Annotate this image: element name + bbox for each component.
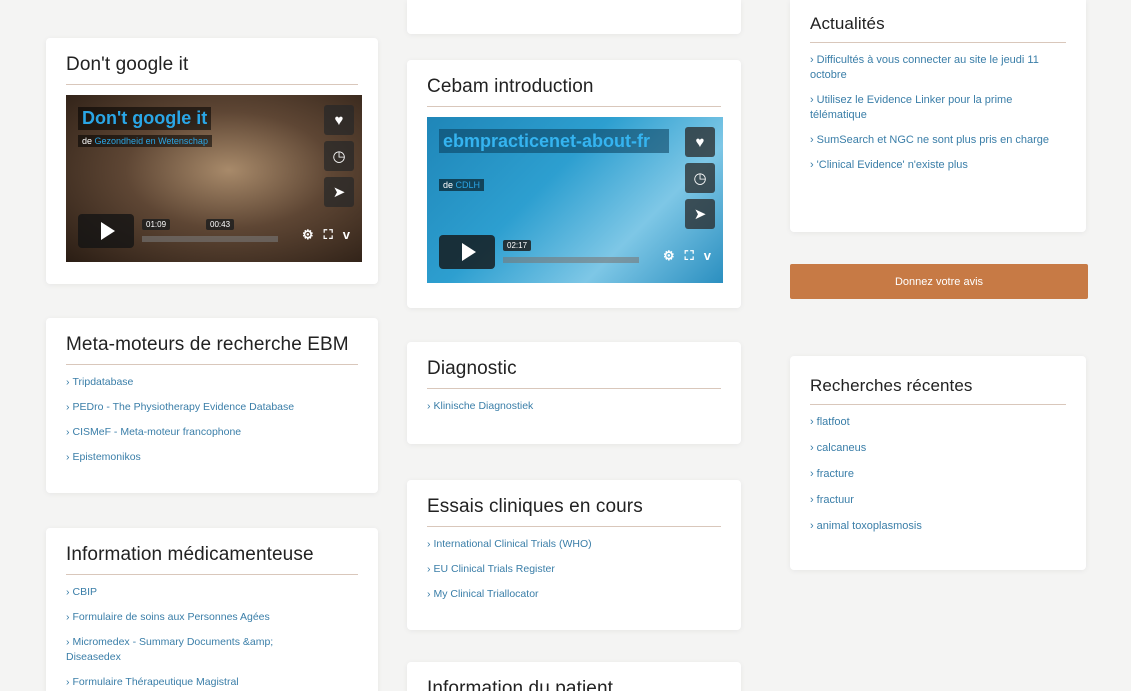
- essais-list: › International Clinical Trials (WHO) › EU…: [427, 537, 721, 602]
- list-item[interactable]: › CBIP: [66, 585, 358, 600]
- dont-google-title: Don't google it: [66, 54, 358, 85]
- list-item[interactable]: › Klinische Diagnostiek: [427, 399, 721, 414]
- list-item[interactable]: › animal toxoplasmosis: [810, 519, 1066, 534]
- video-author-link[interactable]: CDLH: [456, 180, 481, 190]
- list-item[interactable]: › Formulaire Thérapeutique Magistral: [66, 675, 358, 690]
- cebam-video[interactable]: ebmpracticenet-about-fr de CDLH ♥ ◷ ➤ 02…: [427, 117, 723, 283]
- diagnostic-list: › Klinische Diagnostiek: [427, 399, 721, 414]
- essais-title: Essais cliniques en cours: [427, 496, 721, 527]
- meta-moteurs-card: Meta-moteurs de recherche EBM › Tripdatab…: [46, 318, 378, 493]
- info-medicamenteuse-title: Information médicamenteuse: [66, 544, 358, 575]
- list-item[interactable]: › CISMeF - Meta-moteur francophone: [66, 425, 358, 440]
- list-item[interactable]: › Utilisez le Evidence Linker pour la pri…: [810, 93, 1066, 123]
- fullscreen-icon[interactable]: ⛶: [685, 248, 694, 264]
- dont-google-card: Don't google it Don't google it de Gezon…: [46, 38, 378, 284]
- dont-google-video[interactable]: Don't google it de Gezondheid en Wetensc…: [66, 95, 362, 262]
- list-item[interactable]: › PEDro - The Physiotherapy Evidence Data…: [66, 400, 358, 415]
- list-item[interactable]: › Difficultés à vous connecter au site le…: [810, 53, 1066, 83]
- list-item[interactable]: › International Clinical Trials (WHO): [427, 537, 721, 552]
- info-patient-card: Information du patient: [407, 662, 741, 691]
- settings-gear-icon[interactable]: ⚙: [302, 227, 314, 243]
- essais-card: Essais cliniques en cours › International…: [407, 480, 741, 630]
- info-patient-title: Information du patient: [427, 678, 721, 691]
- diagnostic-title: Diagnostic: [427, 358, 721, 389]
- video-controls: ⚙ ⛶ v: [663, 248, 711, 264]
- play-button[interactable]: [439, 235, 495, 269]
- meta-moteurs-title: Meta-moteurs de recherche EBM: [66, 334, 358, 365]
- video-time-elapsed: 02:17: [503, 240, 532, 251]
- like-heart-icon[interactable]: ♥: [324, 105, 354, 135]
- recherches-list: › flatfoot › calcaneus › fracture › fractuur…: [810, 415, 1066, 534]
- recherches-title: Recherches récentes: [810, 376, 1066, 405]
- list-item[interactable]: › fractuur: [810, 493, 1066, 508]
- cebam-card: Cebam introduction ebmpracticenet-about-…: [407, 60, 741, 308]
- list-item[interactable]: › Formulaire de soins aux Personnes Agées: [66, 610, 358, 625]
- video-progress-bar[interactable]: [142, 236, 278, 242]
- play-button[interactable]: [78, 214, 134, 248]
- video-side-buttons: ♥ ◷ ➤: [685, 127, 715, 229]
- list-item[interactable]: › Epistemonikos: [66, 450, 358, 465]
- like-heart-icon[interactable]: ♥: [685, 127, 715, 157]
- video-title[interactable]: ebmpracticenet-about-fr: [439, 129, 669, 153]
- list-item[interactable]: › Tripdatabase: [66, 375, 358, 390]
- actualites-list: › Difficultés à vous connecter au site le…: [810, 53, 1066, 173]
- video-controls: ⚙ ⛶ v: [302, 227, 350, 243]
- share-send-icon[interactable]: ➤: [685, 199, 715, 229]
- video-time-hover: 00:43: [206, 219, 235, 230]
- meta-moteurs-list: › Tripdatabase › PEDro - The Physiotherapy…: [66, 375, 358, 465]
- video-by-prefix: de: [82, 136, 93, 146]
- info-medicamenteuse-card: Information médicamenteuse › CBIP › Formul…: [46, 528, 378, 691]
- video-side-buttons: ♥ ◷ ➤: [324, 105, 354, 207]
- top-partial-card: [407, 0, 741, 34]
- vimeo-icon[interactable]: v: [704, 248, 711, 264]
- share-send-icon[interactable]: ➤: [324, 177, 354, 207]
- video-title[interactable]: Don't google it: [78, 107, 212, 130]
- info-medicamenteuse-list: › CBIP › Formulaire de soins aux Personnes…: [66, 585, 358, 690]
- list-item[interactable]: › My Clinical Triallocator: [427, 587, 721, 602]
- list-item[interactable]: › Micromedex - Summary Documents &amp; Di…: [66, 635, 326, 665]
- fullscreen-icon[interactable]: ⛶: [324, 227, 333, 243]
- feedback-button[interactable]: Donnez votre avis: [790, 264, 1088, 299]
- video-time-elapsed: 01:09: [142, 219, 171, 230]
- video-byline: de CDLH: [439, 179, 485, 191]
- diagnostic-card: Diagnostic › Klinische Diagnostiek: [407, 342, 741, 444]
- video-byline: de Gezondheid en Wetenschap: [78, 135, 212, 147]
- watch-later-clock-icon[interactable]: ◷: [685, 163, 715, 193]
- list-item[interactable]: › flatfoot: [810, 415, 1066, 430]
- actualites-title: Actualités: [810, 14, 1066, 43]
- list-item[interactable]: › SumSearch et NGC ne sont plus pris en c…: [810, 133, 1066, 148]
- video-progress-bar[interactable]: [503, 257, 639, 263]
- video-author-link[interactable]: Gezondheid en Wetenschap: [95, 136, 208, 146]
- list-item[interactable]: › 'Clinical Evidence' n'existe plus: [810, 158, 1066, 173]
- video-by-prefix: de: [443, 180, 454, 190]
- cebam-title: Cebam introduction: [427, 76, 721, 107]
- list-item[interactable]: › EU Clinical Trials Register: [427, 562, 721, 577]
- watch-later-clock-icon[interactable]: ◷: [324, 141, 354, 171]
- recherches-card: Recherches récentes › flatfoot › calcaneus…: [790, 356, 1086, 570]
- actualites-card: Actualités › Difficultés à vous connecter…: [790, 0, 1086, 232]
- vimeo-icon[interactable]: v: [343, 227, 350, 243]
- list-item[interactable]: › calcaneus: [810, 441, 1066, 456]
- settings-gear-icon[interactable]: ⚙: [663, 248, 675, 264]
- list-item[interactable]: › fracture: [810, 467, 1066, 482]
